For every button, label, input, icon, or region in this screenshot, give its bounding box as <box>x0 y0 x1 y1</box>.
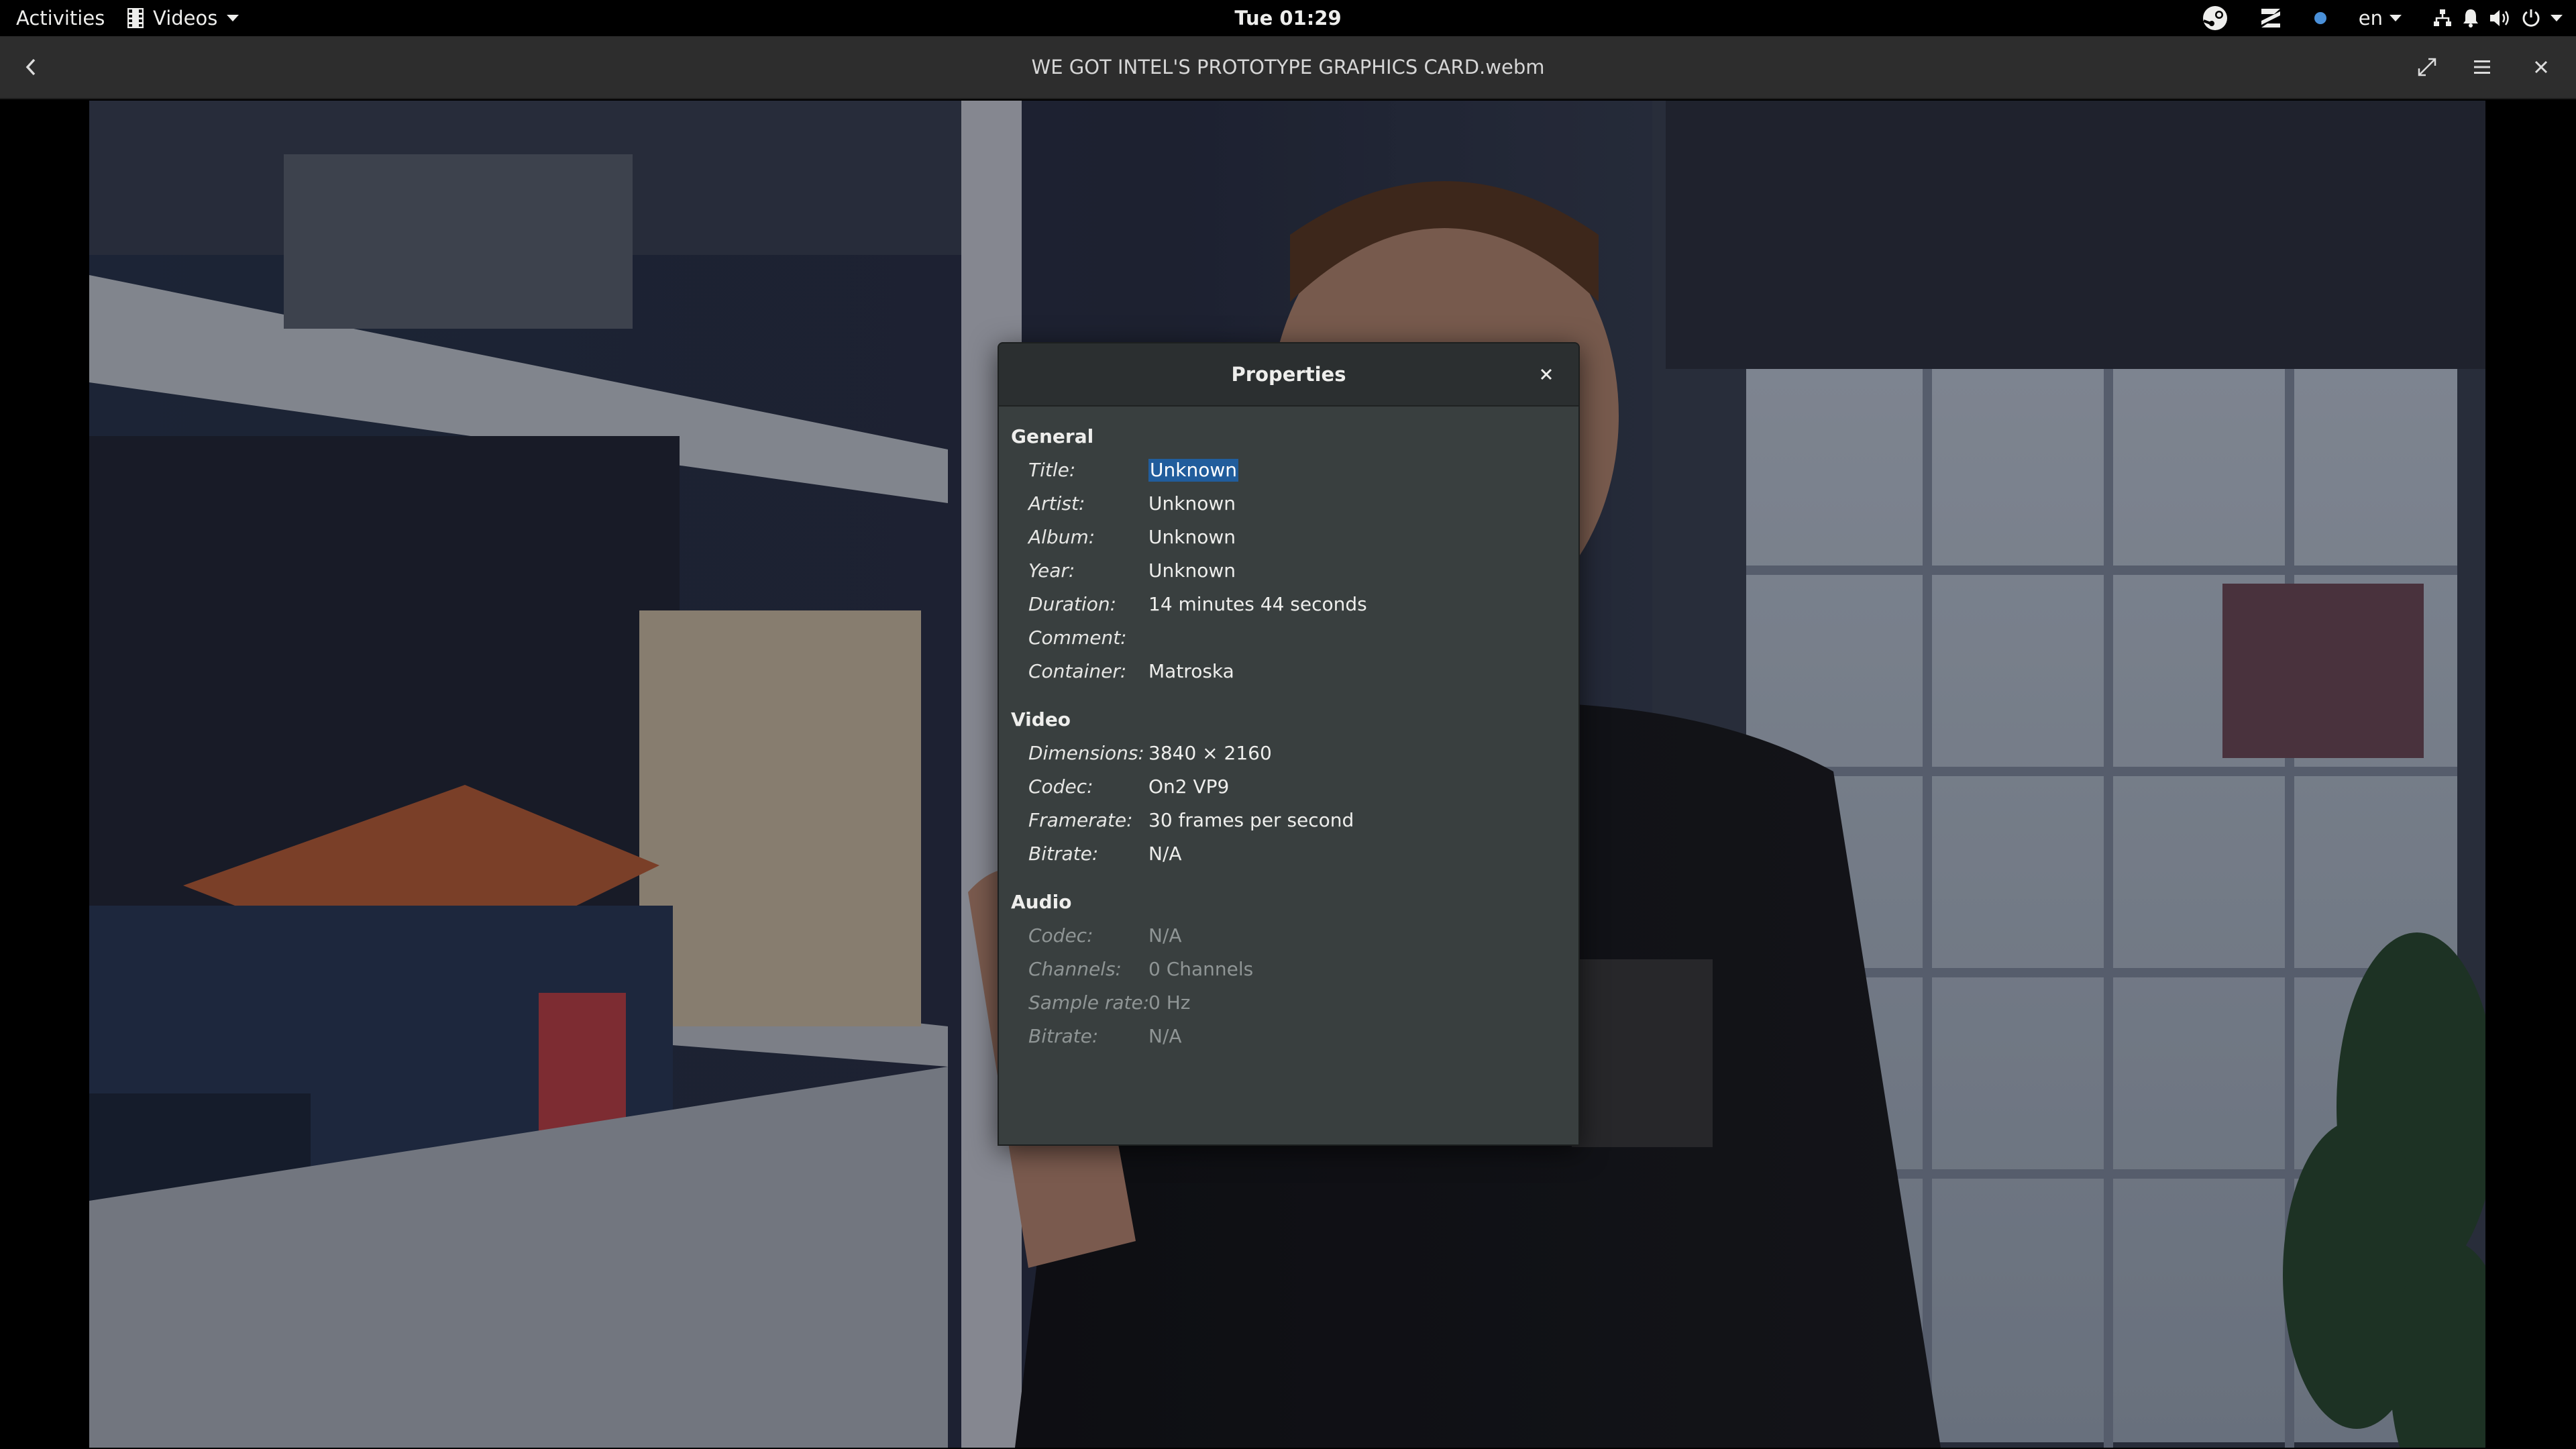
prop-row-album: Album: Unknown <box>1011 521 1578 554</box>
window-close-button[interactable] <box>2522 48 2560 86</box>
prop-row-container: Container: Matroska <box>1011 655 1578 688</box>
clock-label: Tue 01:29 <box>1234 7 1342 30</box>
fullscreen-button[interactable] <box>2408 48 2446 86</box>
prop-label: Sample rate: <box>1028 991 1150 1014</box>
header-bar: WE GOT INTEL'S PROTOTYPE GRAPHICS CARD.w… <box>0 36 2576 99</box>
prop-row-video-codec: Codec: On2 VP9 <box>1011 770 1578 804</box>
close-icon <box>1540 368 1552 380</box>
prop-label: Codec: <box>1028 775 1093 798</box>
prop-value: 0 Channels <box>1148 958 1254 980</box>
app-name: Videos <box>153 7 218 30</box>
chevron-left-icon <box>25 58 36 76</box>
window-title: WE GOT INTEL'S PROTOTYPE GRAPHICS CARD.w… <box>1031 56 1545 78</box>
prop-label: Comment: <box>1028 627 1127 649</box>
language-button[interactable]: en <box>2359 0 2402 36</box>
prop-label: Framerate: <box>1028 809 1133 831</box>
close-icon <box>2534 60 2548 74</box>
prop-label: Duration: <box>1028 593 1117 615</box>
dialog-titlebar[interactable]: Properties <box>999 343 1578 407</box>
chevron-down-icon <box>2551 15 2563 21</box>
prop-row-channels: Channels: 0 Channels <box>1011 953 1578 986</box>
steam-icon[interactable] <box>2202 0 2229 36</box>
prop-row-samplerate: Sample rate: 0 Hz <box>1011 986 1578 1020</box>
back-button[interactable] <box>12 48 50 86</box>
prop-row-video-bitrate: Bitrate: N/A <box>1011 837 1578 871</box>
prop-row-year: Year: Unknown <box>1011 554 1578 588</box>
menu-button[interactable] <box>2463 48 2501 86</box>
hamburger-icon <box>2474 60 2490 74</box>
activities-button[interactable]: Activities <box>16 0 105 36</box>
prop-value[interactable]: Matroska <box>1148 655 1234 688</box>
prop-row-artist: Artist: Unknown <box>1011 487 1578 521</box>
chevron-down-icon <box>227 15 239 21</box>
prop-value[interactable]: 30 frames per second <box>1148 804 1354 837</box>
prop-value[interactable]: On2 VP9 <box>1148 770 1229 804</box>
prop-value[interactable]: Unknown <box>1148 521 1236 554</box>
prop-label: Year: <box>1028 559 1075 582</box>
prop-label: Container: <box>1028 660 1127 682</box>
prop-value[interactable]: N/A <box>1148 837 1182 871</box>
prop-value[interactable]: Unknown <box>1148 554 1236 588</box>
section-general-heading: General <box>1011 425 1094 447</box>
prop-row-title: Title: Unknown <box>1011 453 1578 487</box>
app-menu-button[interactable]: Videos <box>127 0 239 36</box>
prop-row-audio-bitrate: Bitrate: N/A <box>1011 1020 1578 1053</box>
clock-button[interactable]: Tue 01:29 <box>1234 0 1341 36</box>
dot-icon[interactable] <box>2313 0 2328 36</box>
section-audio-heading: Audio <box>1011 891 1072 913</box>
prop-label: Dimensions: <box>1028 742 1144 764</box>
activities-label: Activities <box>16 7 105 30</box>
prop-value[interactable]: 14 minutes 44 seconds <box>1148 588 1367 621</box>
system-tray: en <box>2202 0 2563 36</box>
screen: Activities Videos Tue 01:29 en WE GOT IN… <box>0 0 2576 1449</box>
power-icon <box>2522 9 2540 27</box>
prop-value[interactable]: Unknown <box>1148 487 1236 521</box>
dialog-close-button[interactable] <box>1533 361 1560 388</box>
prop-row-framerate: Framerate: 30 frames per second <box>1011 804 1578 837</box>
film-icon <box>127 0 144 36</box>
volume-icon <box>2490 10 2509 26</box>
prop-label: Channels: <box>1028 958 1122 980</box>
prop-row-audio-codec: Codec: N/A <box>1011 919 1578 953</box>
dialog-body: General Title: Unknown Artist: Unknown A… <box>999 407 1578 1053</box>
prop-value: 0 Hz <box>1148 991 1191 1014</box>
notification-icon <box>2463 9 2478 28</box>
zorin-icon[interactable] <box>2259 0 2282 36</box>
prop-label: Bitrate: <box>1028 843 1099 865</box>
chevron-down-icon <box>2390 15 2402 21</box>
section-video-heading: Video <box>1011 708 1071 731</box>
selected-text[interactable]: Unknown <box>1148 459 1238 482</box>
dialog-title: Properties <box>1231 363 1346 386</box>
fullscreen-icon <box>2418 58 2436 76</box>
prop-label: Codec: <box>1028 924 1093 947</box>
top-bar: Activities Videos Tue 01:29 en <box>0 0 2576 36</box>
prop-label: Artist: <box>1028 492 1085 515</box>
properties-dialog: Properties General Title: Unknown Artist… <box>998 342 1580 1146</box>
prop-label: Bitrate: <box>1028 1025 1099 1047</box>
prop-label: Album: <box>1028 526 1095 548</box>
prop-value-title[interactable]: Unknown <box>1148 453 1238 487</box>
prop-value[interactable]: 3840 × 2160 <box>1148 737 1272 770</box>
prop-row-comment: Comment: <box>1011 621 1578 655</box>
language-label: en <box>2358 7 2383 30</box>
prop-value: N/A <box>1148 1025 1182 1047</box>
prop-row-duration: Duration: 14 minutes 44 seconds <box>1011 588 1578 621</box>
network-icon[interactable] <box>2432 0 2563 36</box>
prop-label: Title: <box>1028 459 1076 481</box>
prop-value: N/A <box>1148 924 1182 947</box>
prop-row-dimensions: Dimensions: 3840 × 2160 <box>1011 737 1578 770</box>
